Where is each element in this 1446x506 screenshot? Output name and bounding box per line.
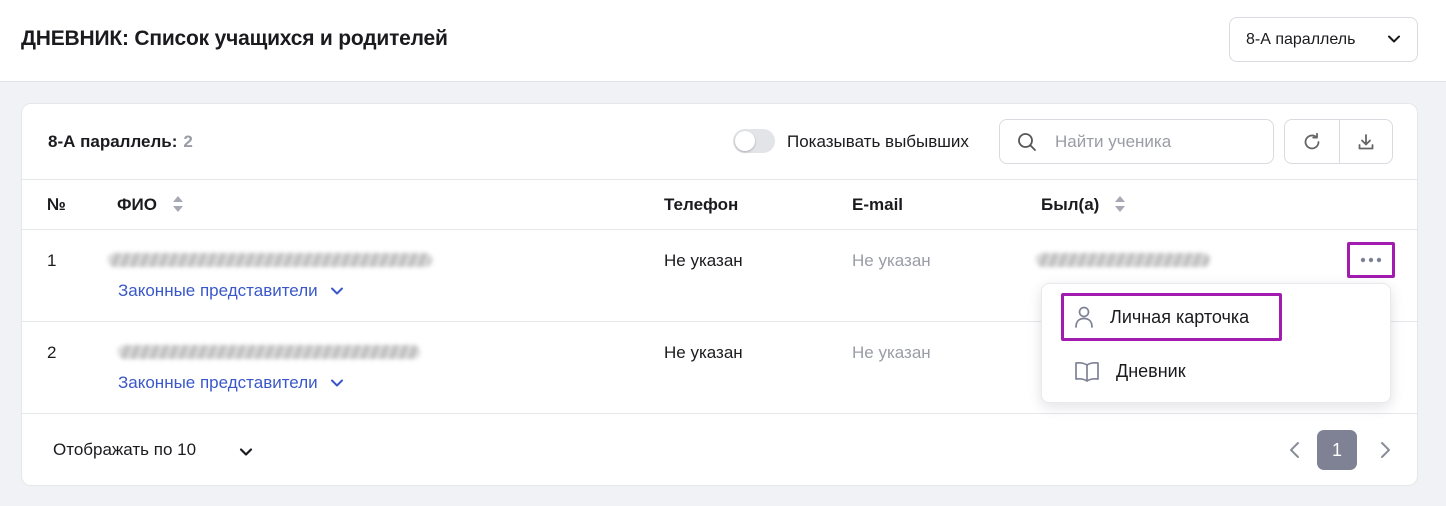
count-value: 2 [183,132,193,151]
search-box[interactable] [999,119,1274,164]
page-title: ДНЕВНИК: Список учащихся и родителей [21,27,448,50]
chevron-left-icon[interactable] [1287,440,1303,460]
refresh-button[interactable] [1285,120,1339,163]
student-name-redacted [108,253,432,267]
student-name-redacted [118,345,420,359]
col-last-seen-wrap: Был(а) [1041,195,1126,215]
chevron-down-icon [330,287,343,295]
col-phone: Телефон [664,195,739,214]
search-icon [1018,133,1036,151]
phone-value: Не указан [664,251,743,270]
sort-icon[interactable] [1114,194,1126,214]
menu-item-diary[interactable]: Дневник [1061,347,1282,395]
email-value: Не указан [852,251,931,270]
menu-item-label: Личная карточка [1110,306,1250,327]
menu-item-personal-card[interactable]: Личная карточка [1061,293,1282,341]
email-value: Не указан [852,343,931,362]
page-button-current[interactable]: 1 [1317,430,1357,470]
chevron-down-icon [1388,35,1400,43]
row-number: 1 [47,251,57,270]
row-actions-button[interactable] [1347,242,1395,278]
col-name: ФИО [117,195,157,214]
guardians-label: Законные представители [118,373,318,392]
person-icon [1075,306,1093,328]
book-icon [1075,361,1099,382]
action-buttons [1284,119,1393,164]
search-input[interactable] [1055,130,1260,154]
card-toolbar: 8-А параллель: 2 Показывать выбывших [22,104,1417,180]
top-bar: ДНЕВНИК: Список учащихся и родителей 8-А… [0,0,1446,82]
refresh-icon [1304,132,1320,149]
count-label: 8-А параллель: [48,132,178,151]
students-count: 8-А параллель: 2 [48,132,193,152]
col-email: E-mail [852,195,904,214]
download-icon [1358,133,1374,149]
menu-item-label: Дневник [1116,360,1186,381]
guardians-toggle[interactable]: Законные представители [118,281,344,301]
last-seen-redacted [1036,253,1210,267]
chevron-right-icon[interactable] [1377,440,1393,460]
download-button[interactable] [1338,120,1393,163]
col-number: № [47,195,66,214]
per-page-dropdown-icon[interactable] [238,444,254,460]
more-icon [1360,257,1382,263]
parallel-select-value: 8-А параллель [1246,30,1356,48]
row-actions-menu: Личная карточка Дневник [1041,283,1391,403]
guardians-toggle[interactable]: Законные представители [118,373,344,393]
per-page-label: Отображать по 10 [53,440,197,459]
chevron-down-icon [330,379,343,387]
col-name-wrap: ФИО [117,195,184,215]
show-dropped-label: Показывать выбывших [787,132,969,151]
row-number: 2 [47,343,57,362]
table-header: № ФИО Телефон E-mail Был(а) [22,180,1417,230]
show-dropped-toggle[interactable] [733,129,775,153]
toggle-knob [735,131,755,151]
sort-icon[interactable] [172,194,184,214]
guardians-label: Законные представители [118,281,318,300]
phone-value: Не указан [664,343,743,362]
parallel-select[interactable]: 8-А параллель [1229,17,1418,62]
col-last-seen: Был(а) [1041,195,1100,214]
